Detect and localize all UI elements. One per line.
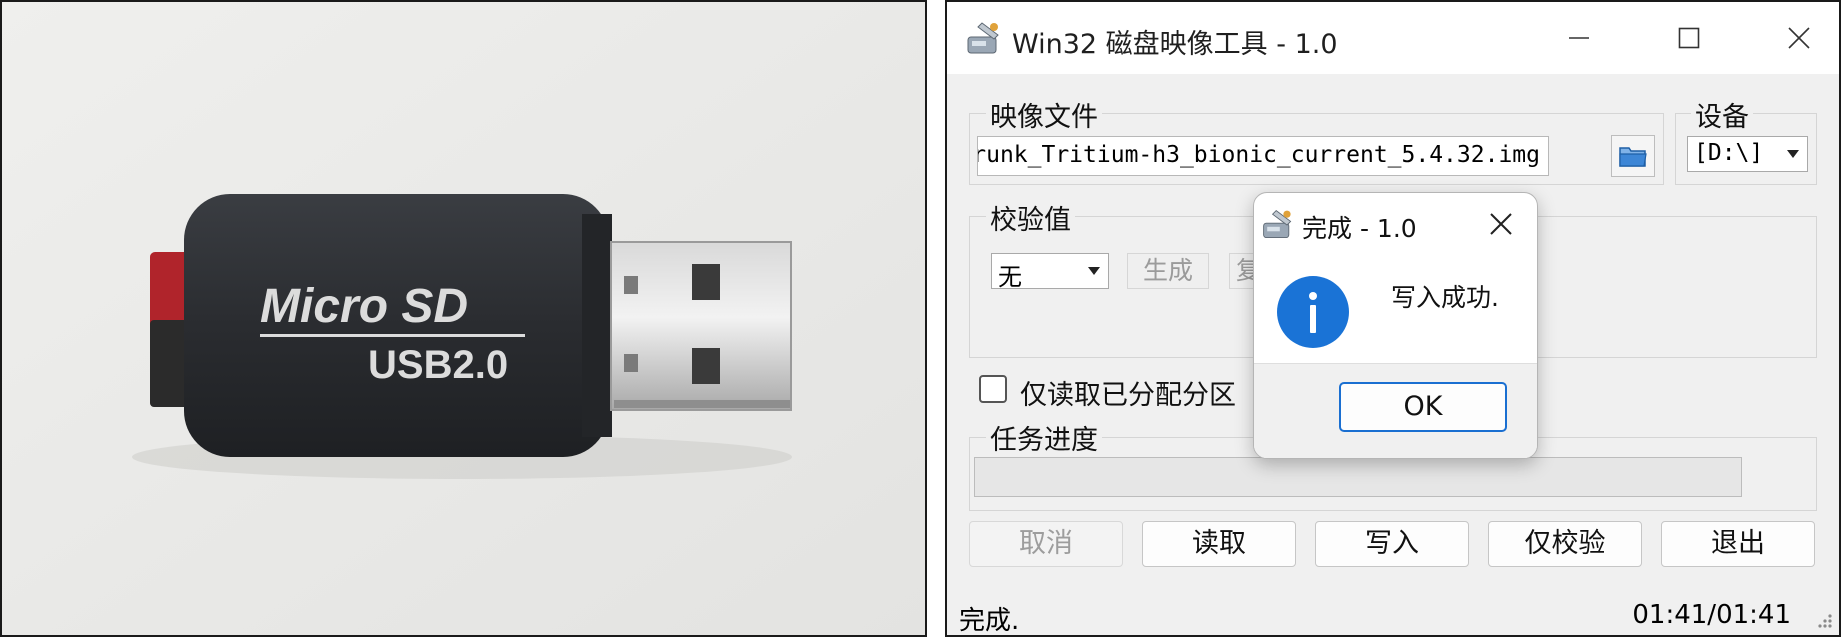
disk-imager-app-icon: [1263, 210, 1292, 239]
image-file-legend: 映像文件: [986, 95, 1102, 134]
info-icon: [1277, 276, 1349, 348]
image-file-input[interactable]: trunk_Tritium-h3_bionic_current_5.4.32.i…: [977, 136, 1549, 176]
dialog-message: 写入成功.: [1391, 283, 1499, 312]
elapsed-time: 01:41/01:41: [1632, 600, 1791, 630]
maximize-button[interactable]: [1649, 12, 1729, 64]
product-photo: Micro SD USB2.0: [0, 0, 927, 637]
window-title: Win32 磁盘映像工具 - 1.0: [1012, 29, 1338, 60]
readonly-partitions-label: 仅读取已分配分区: [1020, 380, 1236, 411]
device-value: [D:\]: [1694, 140, 1764, 166]
maximize-icon: [1678, 27, 1700, 49]
verify-only-button[interactable]: 仅校验: [1488, 521, 1642, 567]
usb2-label: USB2.0: [368, 343, 508, 387]
read-button[interactable]: 读取: [1142, 521, 1296, 567]
minimize-button[interactable]: [1539, 12, 1619, 64]
checksum-legend: 校验值: [986, 198, 1075, 237]
resize-grip-icon[interactable]: [1815, 611, 1833, 629]
cancel-button[interactable]: 取消: [969, 521, 1123, 567]
checksum-type-value: 无: [998, 263, 1022, 291]
title-bar[interactable]: Win32 磁盘映像工具 - 1.0: [947, 2, 1839, 74]
device-select[interactable]: [D:\]: [1687, 136, 1808, 172]
checksum-type-select[interactable]: 无: [991, 253, 1109, 291]
dialog-title: 完成 - 1.0: [1302, 214, 1417, 243]
win32-disk-imager-window: Win32 磁盘映像工具 - 1.0 映像文件 trunk_Tritium-h3…: [945, 0, 1841, 637]
close-icon: [1788, 27, 1810, 49]
exit-button[interactable]: 退出: [1661, 521, 1815, 567]
readonly-partitions-checkbox[interactable]: [979, 375, 1007, 403]
dropdown-arrow-icon: [1088, 267, 1100, 275]
dropdown-arrow-icon: [1787, 150, 1799, 158]
status-text: 完成.: [959, 606, 1020, 636]
completion-dialog: 完成 - 1.0 写入成功. OK: [1253, 192, 1538, 459]
ok-button[interactable]: OK: [1339, 382, 1507, 432]
disk-imager-app-icon: [967, 22, 999, 54]
dialog-close-icon[interactable]: [1486, 209, 1516, 239]
device-legend: 设备: [1691, 95, 1753, 134]
progress-legend: 任务进度: [986, 418, 1102, 457]
close-button[interactable]: [1759, 12, 1839, 64]
progress-bar: [974, 457, 1742, 497]
folder-icon: [1619, 147, 1647, 167]
usb-connector: [610, 241, 792, 411]
generate-button[interactable]: 生成: [1127, 253, 1209, 289]
micro-sd-logo: Micro SD: [260, 280, 468, 333]
image-file-path: trunk_Tritium-h3_bionic_current_5.4.32.i…: [977, 142, 1540, 168]
write-button[interactable]: 写入: [1315, 521, 1469, 567]
minimize-icon: [1569, 37, 1589, 39]
browse-folder-button[interactable]: [1611, 135, 1655, 177]
